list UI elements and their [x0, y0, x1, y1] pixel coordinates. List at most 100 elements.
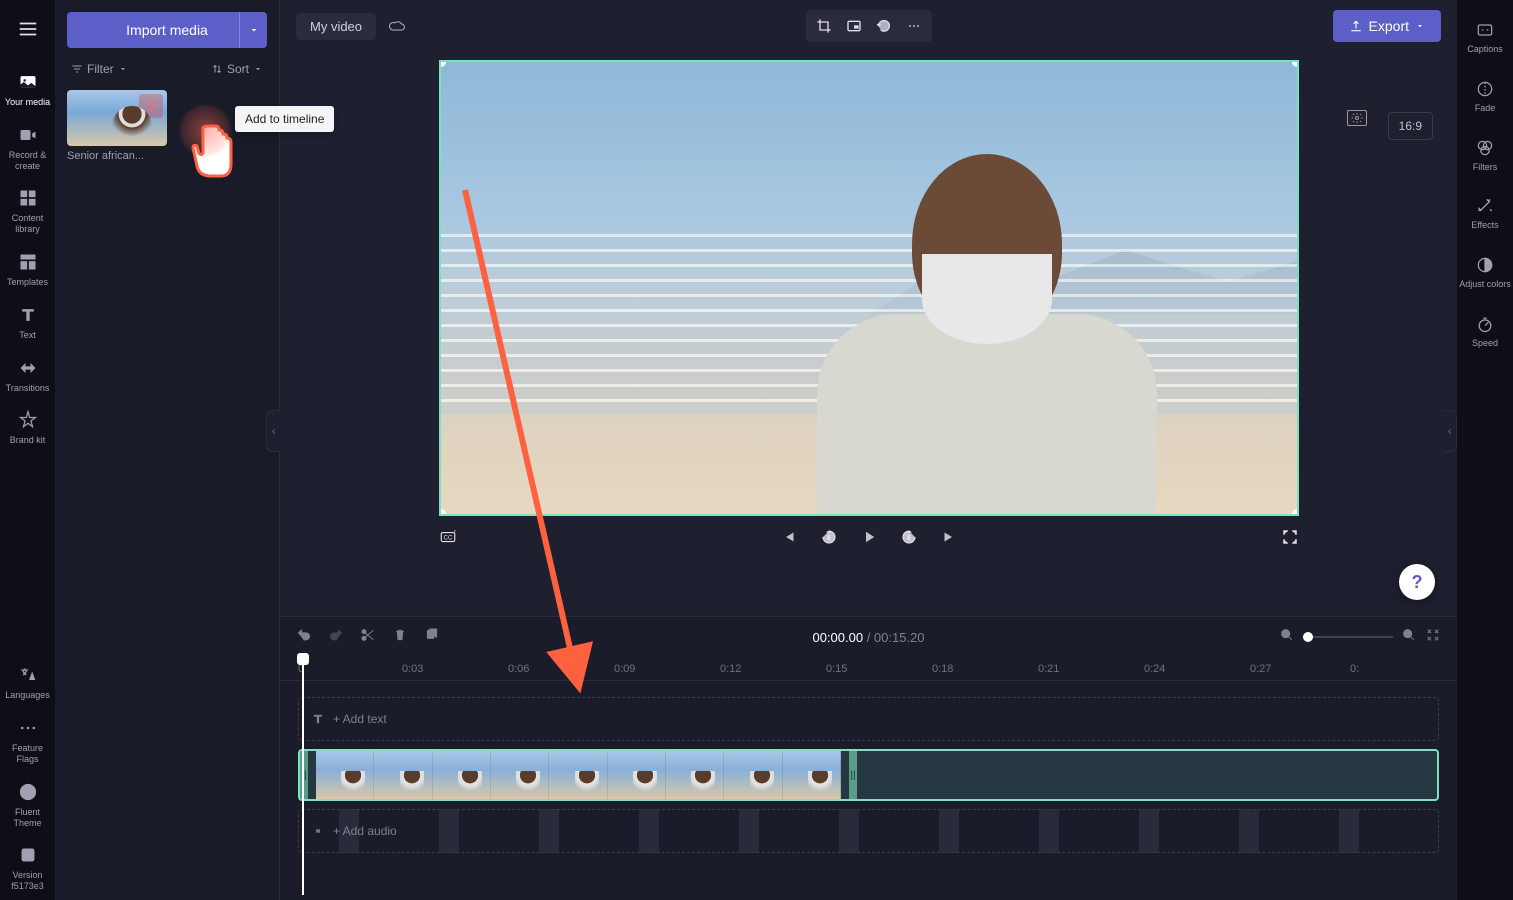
ruler-tick: 0:24 [1144, 663, 1165, 675]
collapse-right-panel-button[interactable]: ‹ [1443, 410, 1457, 452]
nav-label: Languages [5, 690, 50, 701]
preview-canvas[interactable] [439, 60, 1299, 516]
skip-back-button[interactable] [780, 528, 798, 546]
ruler-tick: 0:09 [614, 663, 635, 675]
nav-brand-kit[interactable]: Brand kit [0, 401, 55, 454]
media-thumbnail[interactable] [67, 90, 167, 146]
nav-languages[interactable]: Languages [0, 656, 55, 709]
filter-label: Filter [87, 62, 114, 76]
nav-label: Brand kit [10, 435, 46, 446]
step-forward-button[interactable]: 5 [900, 528, 918, 546]
ruler-tick: 0:18 [932, 663, 953, 675]
prop-adjust-colors[interactable]: Adjust colors [1457, 245, 1513, 300]
timeline-section: 00:00.00 / 00:15.20 0 0:03 0:06 0:09 0:1… [280, 616, 1457, 900]
help-button[interactable]: ? [1399, 564, 1435, 600]
nav-fluent-theme[interactable]: Fluent Theme [0, 773, 55, 837]
clip-thumbnails [316, 751, 841, 799]
video-clip[interactable]: || || [298, 749, 1439, 801]
timeline-tracks[interactable]: + Add text || || + Add audio [280, 681, 1457, 900]
prop-label: Fade [1475, 103, 1496, 114]
more-tools[interactable] [900, 14, 928, 38]
play-button[interactable] [860, 528, 878, 546]
prop-label: Speed [1472, 338, 1498, 349]
nav-label: Content library [2, 213, 53, 235]
ruler-tick: 0:03 [402, 663, 423, 675]
svg-text:5: 5 [907, 535, 910, 541]
playhead-line [302, 665, 304, 895]
split-button[interactable] [360, 627, 376, 648]
library-icon [17, 187, 39, 209]
ruler-tick: 0:15 [826, 663, 847, 675]
languages-icon [17, 664, 39, 686]
delete-media-button[interactable] [139, 94, 163, 118]
cloud-sync-icon[interactable] [388, 15, 406, 38]
total-time: 00:15.20 [874, 630, 925, 645]
media-icon [17, 71, 39, 93]
nav-feature-flags[interactable]: Feature Flags [0, 709, 55, 773]
nav-text[interactable]: Text [0, 296, 55, 349]
nav-record-create[interactable]: Record & create [0, 116, 55, 180]
export-label: Export [1369, 18, 1409, 34]
filter-button[interactable]: Filter [71, 62, 128, 76]
delete-clip-button[interactable] [392, 627, 408, 648]
add-to-timeline-tooltip: Add to timeline [235, 106, 334, 132]
ruler-tick: 0:21 [1038, 663, 1059, 675]
svg-text:5: 5 [827, 535, 830, 541]
duplicate-button[interactable] [424, 627, 440, 648]
sort-button[interactable]: Sort [211, 62, 263, 76]
resize-handle[interactable] [1292, 509, 1299, 516]
audio-track[interactable]: + Add audio [298, 809, 1439, 853]
zoom-in-button[interactable] [1401, 627, 1417, 648]
fullscreen-button[interactable] [1281, 528, 1299, 546]
captions-toggle[interactable]: CC [439, 528, 457, 546]
crop-tool[interactable] [810, 14, 838, 38]
collapse-panel-button[interactable]: ‹ [266, 410, 280, 452]
nav-label: Feature Flags [2, 743, 53, 765]
text-track[interactable]: + Add text [298, 697, 1439, 741]
media-caption: Senior african... [67, 150, 267, 162]
prop-effects[interactable]: Effects [1457, 186, 1513, 241]
nav-content-library[interactable]: Content library [0, 179, 55, 243]
add-audio-label: + Add audio [333, 824, 397, 838]
flags-icon [17, 717, 39, 739]
chevron-down-icon[interactable] [239, 12, 267, 48]
prop-label: Captions [1467, 44, 1503, 55]
resize-handle[interactable] [439, 509, 446, 516]
fit-button[interactable] [1425, 627, 1441, 648]
redo-button[interactable] [328, 627, 344, 648]
theme-icon [17, 781, 39, 803]
playhead-handle[interactable] [297, 653, 309, 665]
pip-tool[interactable] [840, 14, 868, 38]
clip-end-handle[interactable]: || [849, 751, 857, 799]
export-button[interactable]: Export [1333, 10, 1441, 42]
step-back-button[interactable]: 5 [820, 528, 838, 546]
skip-forward-button[interactable] [940, 528, 958, 546]
prop-label: Filters [1473, 162, 1498, 173]
prop-filters[interactable]: Filters [1457, 128, 1513, 183]
aspect-ratio-selector[interactable]: 16:9 [1388, 112, 1433, 140]
zoom-out-button[interactable] [1279, 627, 1295, 648]
nav-your-media[interactable]: Your media [0, 63, 55, 116]
nav-templates[interactable]: Templates [0, 243, 55, 296]
timeline-ruler[interactable]: 0 0:03 0:06 0:09 0:12 0:15 0:18 0:21 0:2… [280, 657, 1457, 681]
prop-fade[interactable]: Fade [1457, 69, 1513, 124]
undo-button[interactable] [296, 627, 312, 648]
resize-handle[interactable] [439, 60, 446, 67]
prop-speed[interactable]: Speed [1457, 304, 1513, 359]
transitions-icon [17, 357, 39, 379]
nav-transitions[interactable]: Transitions [0, 349, 55, 402]
brand-icon [17, 409, 39, 431]
zoom-slider[interactable] [1303, 636, 1393, 638]
video-title-input[interactable]: My video [296, 13, 376, 40]
hamburger-menu[interactable] [9, 10, 47, 53]
resize-handle[interactable] [1292, 60, 1299, 67]
prop-captions[interactable]: Captions [1457, 10, 1513, 65]
nav-label: Transitions [6, 383, 50, 394]
nav-label: Record & create [2, 150, 53, 172]
canvas-settings-icon[interactable] [1347, 110, 1367, 126]
import-label: Import media [126, 22, 208, 38]
version-icon [17, 844, 39, 866]
nav-version[interactable]: Version f5173e3 [0, 836, 55, 900]
rotate-tool[interactable] [870, 14, 898, 38]
import-media-button[interactable]: Import media [67, 12, 267, 48]
